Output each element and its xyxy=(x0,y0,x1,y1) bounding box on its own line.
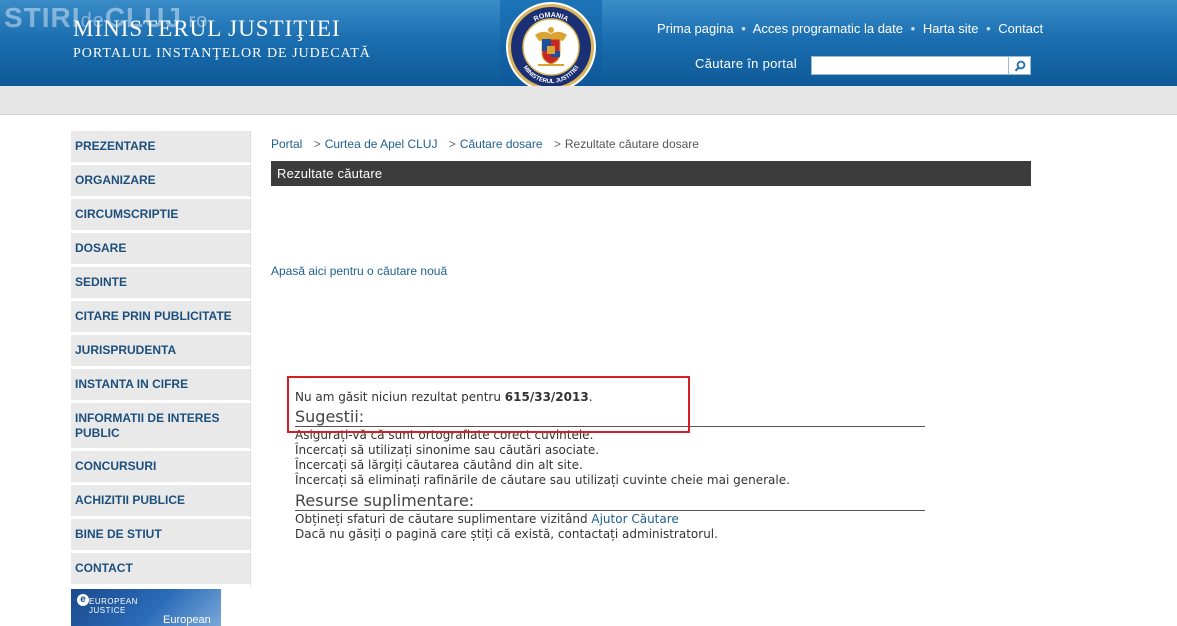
portal-subtitle: PORTALUL INSTANŢELOR DE JUDECATĂ xyxy=(73,46,371,61)
resources-list: Obțineți sfaturi de căutare suplimentare… xyxy=(295,512,718,542)
nav-separator: • xyxy=(741,21,746,36)
european-justice-banner[interactable]: e EUROPEAN JUSTICE European xyxy=(71,589,221,626)
list-item: Încercați să lărgiți căutarea căutând di… xyxy=(295,458,583,472)
search-button[interactable] xyxy=(1009,56,1031,75)
list-item: Dacă nu găsiți o pagină care știți că ex… xyxy=(295,527,718,541)
sidebar-item-citare-prin-publicitate[interactable]: CITARE PRIN PUBLICITATE xyxy=(71,301,251,335)
suggestions-heading: Sugestii: xyxy=(295,407,925,427)
resources-heading: Resurse suplimentare: xyxy=(295,491,925,511)
portal-search-input[interactable] xyxy=(811,56,1009,75)
sidebar-item-bine-de-stiut[interactable]: BINE DE STIUT xyxy=(71,519,251,553)
sidebar-item-contact[interactable]: CONTACT xyxy=(71,553,251,587)
results-title-bar: Rezultate căutare xyxy=(271,161,1031,186)
sidebar-item-prezentare[interactable]: PREZENTARE xyxy=(71,131,251,165)
sidebar-item-organizare[interactable]: ORGANIZARE xyxy=(71,165,251,199)
ministry-emblem-icon: ROMANIA MINISTERUL JUSTITIEI xyxy=(506,2,596,92)
banner-title: EUROPEAN JUSTICE xyxy=(89,597,138,615)
breadcrumb-case-search-link[interactable]: Căutare dosare xyxy=(460,137,543,151)
sidebar-menu: PREZENTARE ORGANIZARE CIRCUMSCRIPTIE DOS… xyxy=(71,131,251,587)
search-help-link[interactable]: Ajutor Căutare xyxy=(591,512,678,526)
list-item: Asigurați-vă că sunt ortografiate corect… xyxy=(295,428,594,442)
sidebar-item-circumscriptie[interactable]: CIRCUMSCRIPTIE xyxy=(71,199,251,233)
nav-separator: • xyxy=(910,21,916,36)
list-item: Încercați să utilizați sinonime sau căut… xyxy=(295,443,600,457)
list-item: Obțineți sfaturi de căutare suplimentare… xyxy=(295,512,679,526)
search-query: 615/33/2013 xyxy=(504,390,589,404)
ministry-title: MINISTERUL JUSTIŢIEI xyxy=(73,16,341,41)
sidebar-item-dosare[interactable]: DOSARE xyxy=(71,233,251,267)
breadcrumb-separator: > xyxy=(553,137,561,151)
grey-band xyxy=(0,86,1177,115)
sidebar-item-concursuri[interactable]: CONCURSURI xyxy=(71,451,251,485)
breadcrumb-court-link[interactable]: Curtea de Apel CLUJ xyxy=(325,137,438,151)
sidebar-item-informatii-de-interes-public[interactable]: INFORMATII DE INTERES PUBLIC xyxy=(71,403,251,451)
list-item: Încercați să eliminați rafinările de cău… xyxy=(295,473,790,487)
breadcrumb-portal-link[interactable]: Portal xyxy=(271,137,302,151)
banner-caption: European xyxy=(163,614,211,626)
breadcrumb: Portal > Curtea de Apel CLUJ > Căutare dos… xyxy=(271,137,699,151)
search-icon xyxy=(1014,60,1025,71)
breadcrumb-separator: > xyxy=(313,137,321,151)
search-label: Căutare în portal xyxy=(695,56,797,71)
suggestions-list: Asigurați-vă că sunt ortografiate corect… xyxy=(295,428,790,488)
european-justice-logo-icon: e xyxy=(77,594,89,606)
new-search-link[interactable]: Apasă aici pentru o căutare nouă xyxy=(271,264,447,278)
sidebar-item-jurisprudenta[interactable]: JURISPRUDENTA xyxy=(71,335,251,369)
top-nav: Prima pagina • Acces programatic la date… xyxy=(657,21,1043,36)
nav-contact-link[interactable]: Contact xyxy=(998,21,1043,36)
nav-separator: • xyxy=(986,21,991,36)
nav-programmatic-access-link[interactable]: Acces programatic la date xyxy=(753,21,903,36)
nav-home-link[interactable]: Prima pagina xyxy=(657,21,734,36)
sidebar-item-achizitii-publice[interactable]: ACHIZITII PUBLICE xyxy=(71,485,251,519)
breadcrumb-current: Rezultate căutare dosare xyxy=(564,137,699,151)
sidebar-item-sedinte[interactable]: SEDINTE xyxy=(71,267,251,301)
nav-sitemap-link[interactable]: Harta site xyxy=(923,21,979,36)
no-result-message: Nu am găsit niciun rezultat pentru 615/3… xyxy=(295,390,593,404)
breadcrumb-separator: > xyxy=(448,137,456,151)
sidebar-item-instanta-in-cifre[interactable]: INSTANTA IN CIFRE xyxy=(71,369,251,403)
